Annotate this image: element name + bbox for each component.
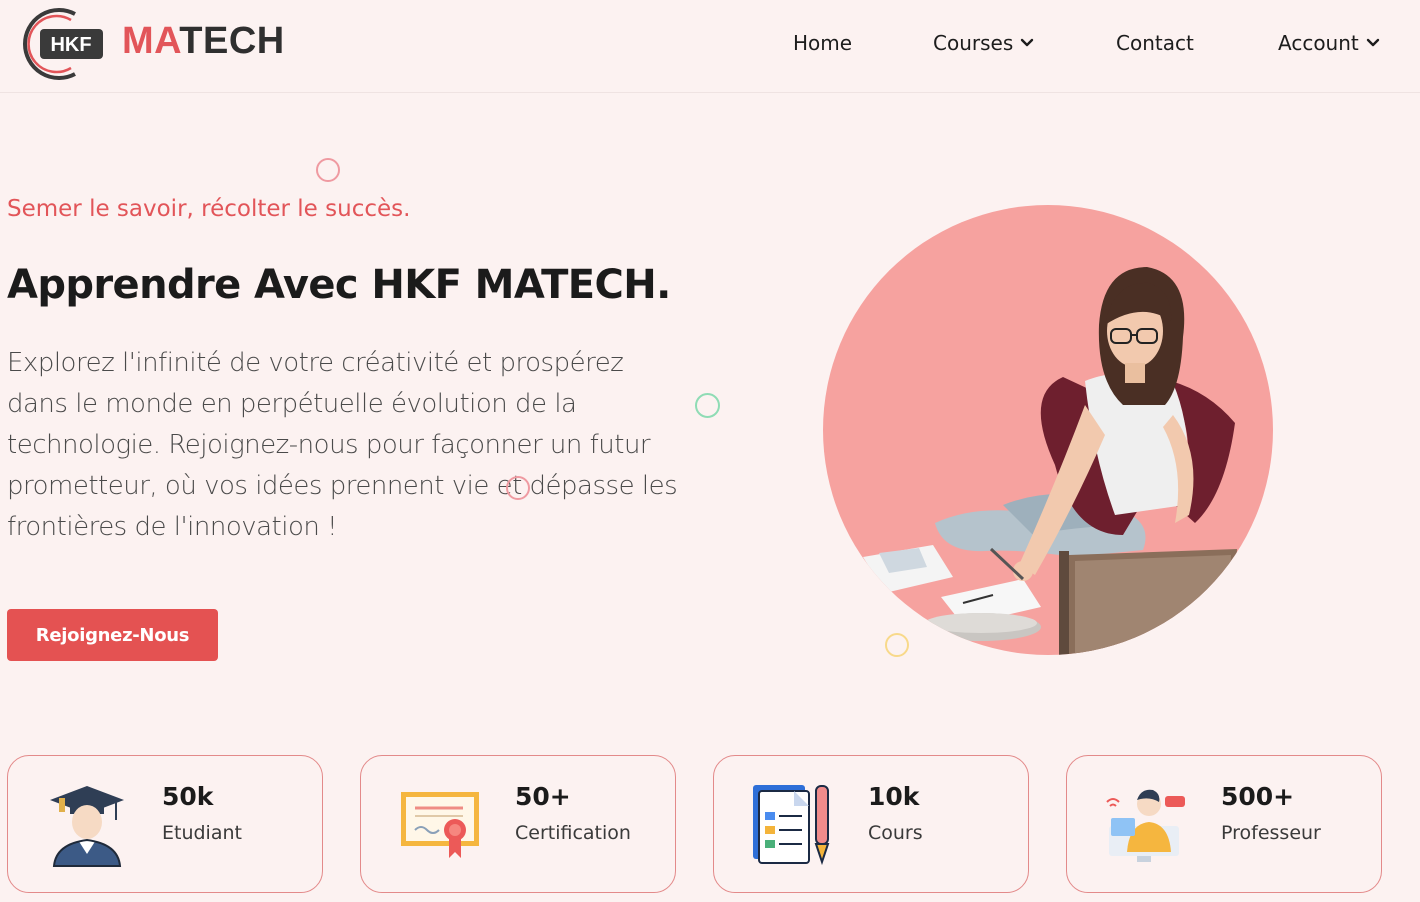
site-header: HKF MATECH Home Courses Contact Account <box>0 0 1420 93</box>
chevron-down-icon <box>1366 38 1379 47</box>
stat-card-certifications: 50+ Certification <box>360 755 676 893</box>
stat-value: 10k <box>868 782 920 811</box>
nav-courses-label: Courses <box>933 31 1014 55</box>
nav-contact-label: Contact <box>1116 31 1194 55</box>
main-nav: Home Courses Contact Account <box>0 28 1420 58</box>
hero-student-image <box>823 205 1273 655</box>
nav-home-label: Home <box>793 31 853 55</box>
nav-account[interactable]: Account <box>1278 28 1380 58</box>
teacher-live-icon <box>1106 789 1185 862</box>
certificate-icon <box>401 792 479 858</box>
stat-label: Certification <box>515 822 631 844</box>
stat-card-students: 50k Etudiant <box>7 755 323 893</box>
course-document-icon <box>753 785 830 866</box>
hero-description: Explorez l'infinité de votre créativité … <box>7 348 678 542</box>
stat-value: 50k <box>162 782 214 811</box>
stat-label: Professeur <box>1221 822 1321 844</box>
stat-card-teachers: 500+ Professeur <box>1066 755 1382 893</box>
decorative-ring-green <box>695 393 720 418</box>
stat-label: Etudiant <box>162 822 242 844</box>
hero-title: Apprendre Avec HKF MATECH. <box>7 262 671 308</box>
stat-value: 50+ <box>515 782 571 811</box>
stat-value: 500+ <box>1221 782 1295 811</box>
nav-courses[interactable]: Courses <box>933 28 1034 58</box>
graduate-student-icon <box>50 786 124 867</box>
stat-card-courses: 10k Cours <box>713 755 1029 893</box>
nav-home[interactable]: Home <box>793 28 852 58</box>
decorative-ring-pink <box>316 158 340 182</box>
chevron-down-icon <box>1021 38 1034 47</box>
decorative-ring-pink-small <box>506 476 530 500</box>
nav-contact[interactable]: Contact <box>1116 28 1194 58</box>
join-us-button[interactable]: Rejoignez-Nous <box>7 609 218 661</box>
hero-tagline: Semer le savoir, récolter le succès. <box>7 196 411 222</box>
stat-label: Cours <box>868 822 923 844</box>
nav-account-label: Account <box>1278 31 1359 55</box>
